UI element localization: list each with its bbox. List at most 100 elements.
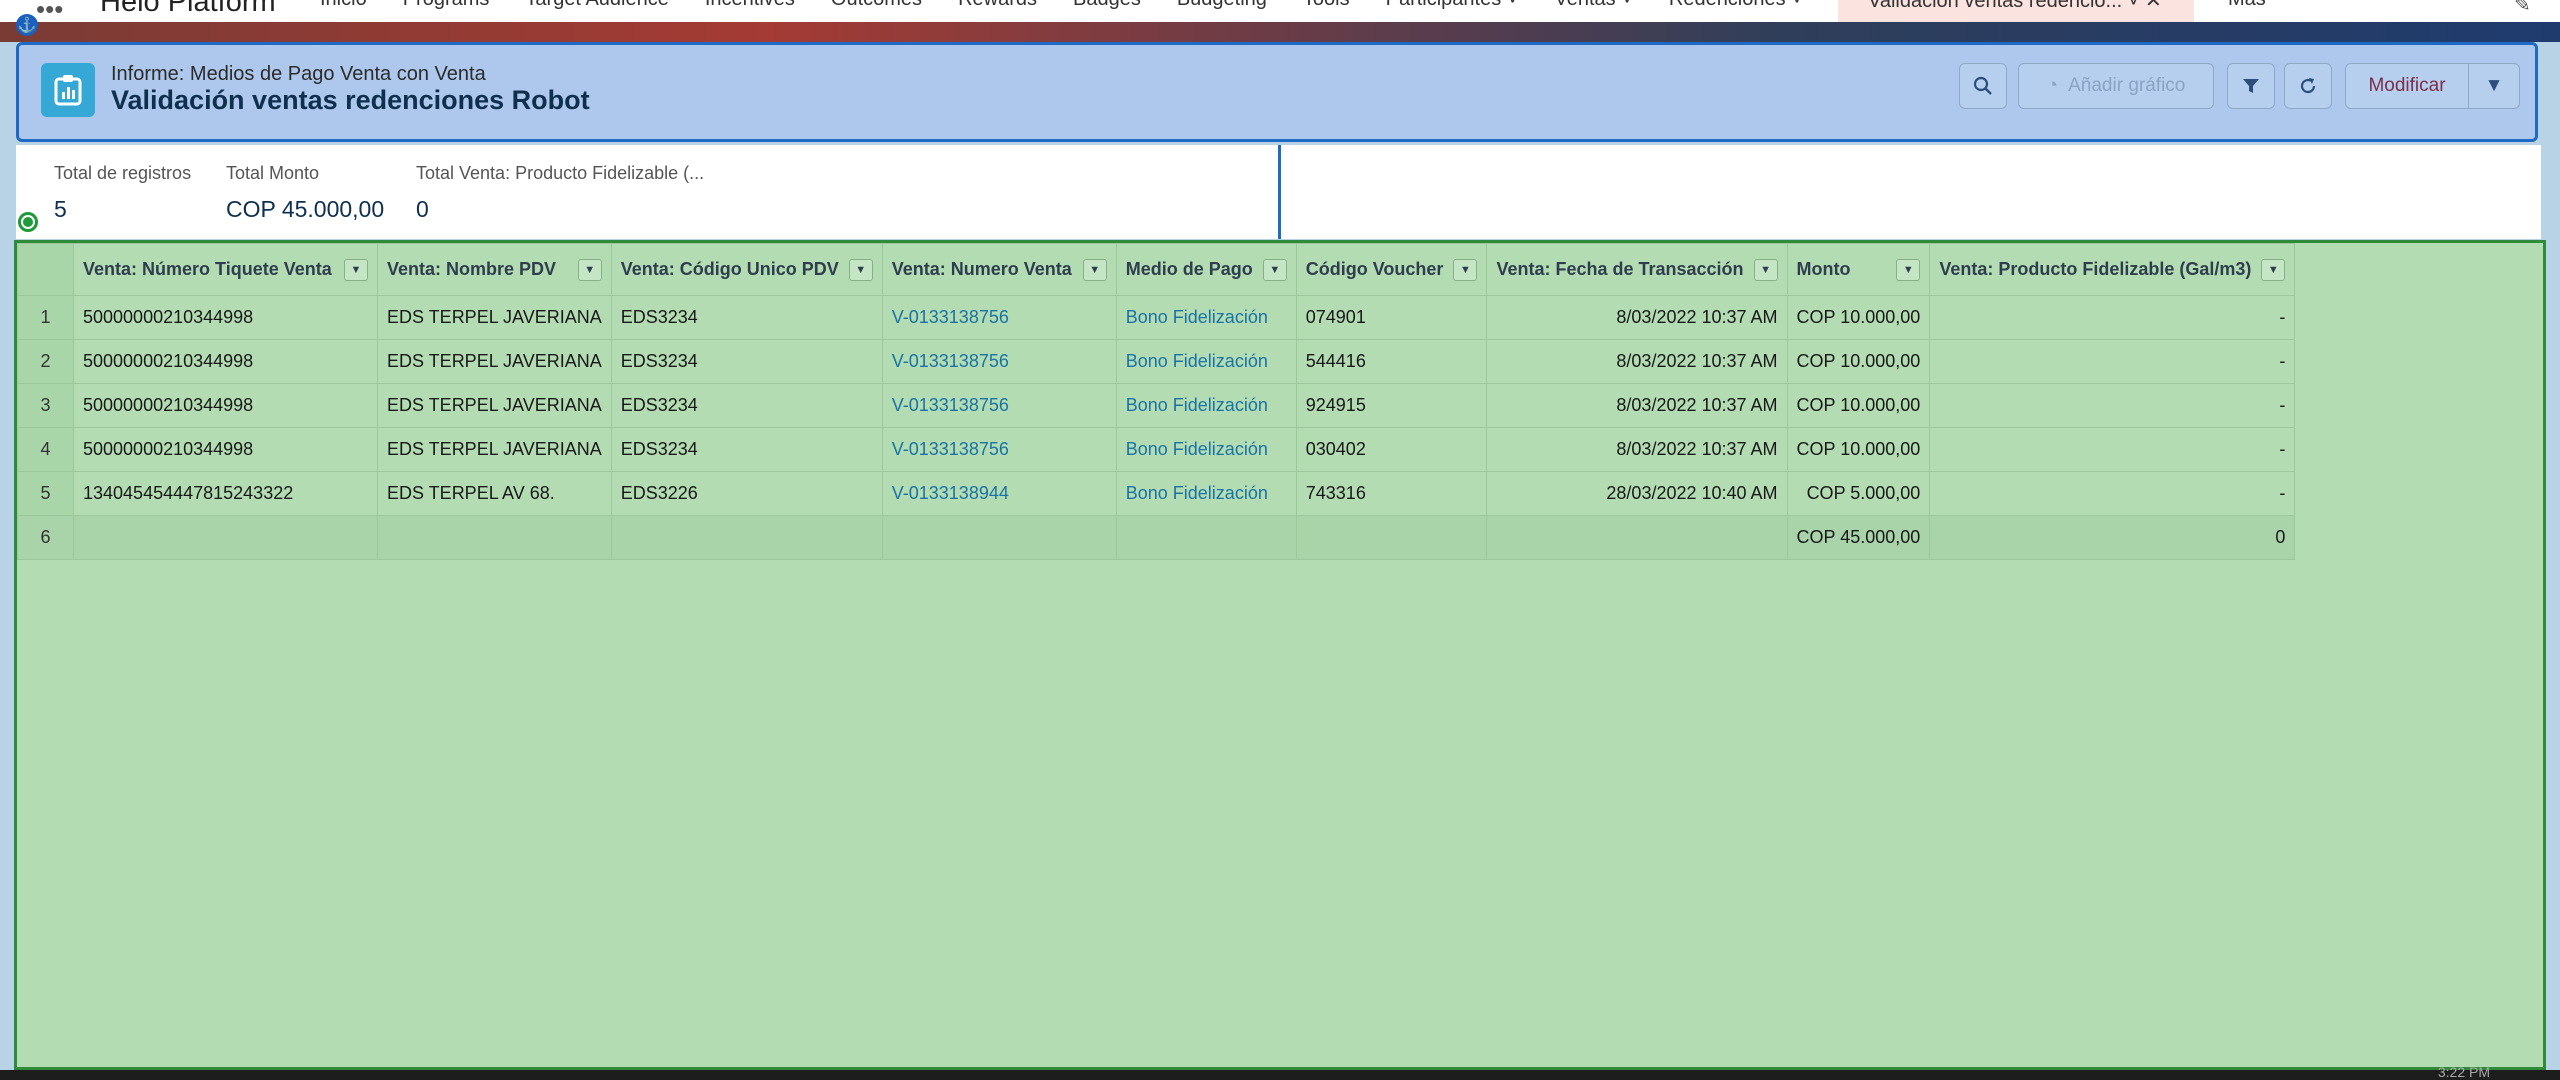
metric-label: Total Venta: Producto Fidelizable (... <box>416 163 705 183</box>
table-row: 5 13404545444781524332​2 EDS TERPEL AV 6… <box>17 471 2296 516</box>
row-number: 4 <box>17 427 74 472</box>
report-table-area: Venta: Número Tiquete Venta ▼ Venta: Nomb… <box>14 240 2546 1070</box>
tab-validacion-ventas[interactable]: Validación ventas redencio... ˅ ✕ <box>1838 0 2194 22</box>
column-menu-icon[interactable]: ▼ <box>2261 258 2286 281</box>
nav-item-programs[interactable]: Programs <box>403 0 490 11</box>
table-header-row: Venta: Número Tiquete Venta ▼ Venta: Nomb… <box>17 243 2296 296</box>
column-menu-icon[interactable]: ▼ <box>1453 258 1478 281</box>
column-header[interactable]: Venta: Fecha de Transacción ▼ <box>1486 243 1788 296</box>
column-header-label: Venta: Fecha de Transacción <box>1496 259 1744 279</box>
column-menu-icon[interactable]: ▼ <box>1753 258 1778 281</box>
empty-cell <box>1115 515 1297 560</box>
panel-divider[interactable] <box>1278 145 1281 239</box>
product-cell: - <box>1929 471 2296 516</box>
pdv-code-cell: EDS3226 <box>610 471 883 516</box>
table-row: 1 50000000210344998 EDS TERPEL JAVERIANA… <box>17 295 2296 340</box>
total-amount-cell: COP 45.000,00 <box>1786 515 1931 560</box>
chevron-down-icon: ▼ <box>2484 75 2504 96</box>
column-header-label: Venta: Número Tiquete Venta <box>83 259 332 279</box>
metric-value: 5 <box>54 196 67 222</box>
nav-item-tools[interactable]: Tools <box>1303 0 1350 11</box>
column-header-label: Medio de Pago <box>1125 259 1253 279</box>
column-header[interactable]: Venta: Código Unico PDV ▼ <box>610 243 883 296</box>
clock: 3:22 PM <box>2437 1064 2490 1080</box>
search-button[interactable] <box>1959 63 2007 109</box>
filter-icon <box>2243 79 2259 93</box>
empty-cell <box>881 515 1117 560</box>
payment-method-link[interactable]: Bono Fidelización <box>1115 471 1297 516</box>
product-cell: - <box>1929 339 2296 384</box>
payment-method-link[interactable]: Bono Fidelización <box>1115 383 1297 428</box>
column-header[interactable]: Venta: Numero Venta ▼ <box>881 243 1117 296</box>
filter-button[interactable] <box>2227 63 2275 109</box>
nav-item-participantes[interactable]: Participantes ˅ <box>1386 0 1519 11</box>
page-title: Validación ventas redenciones Robot <box>111 85 590 115</box>
payment-method-link[interactable]: Bono Fidelización <box>1115 339 1297 384</box>
amount-cell: COP 10.000,00 <box>1786 339 1931 384</box>
column-menu-icon[interactable]: ▼ <box>577 258 602 281</box>
nav-item-rewards[interactable]: Rewards <box>958 0 1037 11</box>
payment-method-link[interactable]: Bono Fidelización <box>1115 427 1297 472</box>
voucher-cell: 030402 <box>1295 427 1488 472</box>
nav-more[interactable]: Más <box>2228 0 2266 11</box>
column-header[interactable]: Venta: Número Tiquete Venta ▼ <box>73 243 378 296</box>
column-header[interactable]: Monto ▼ <box>1786 243 1931 296</box>
nav-item-budgeting[interactable]: Budgeting <box>1177 0 1267 11</box>
nav-item-target-audience[interactable]: Target Audience <box>525 0 668 11</box>
sale-number-link[interactable]: V-0133138756 <box>881 383 1117 428</box>
add-chart-button[interactable]: ◔ Añadir gráfico <box>2018 63 2214 109</box>
nav-item-badges[interactable]: Badges <box>1073 0 1141 11</box>
table-row: 4 50000000210344998 EDS TERPEL JAVERIANA… <box>17 427 2296 472</box>
nav-item-inicio[interactable]: Inicio <box>320 0 367 11</box>
pdv-name-cell: EDS TERPEL JAVERIANA <box>377 339 612 384</box>
column-menu-icon[interactable]: ▼ <box>1082 258 1107 281</box>
column-header[interactable]: Código Voucher ▼ <box>1295 243 1488 296</box>
metric-total-monto: Total Monto COP 45.000,00 <box>226 163 384 223</box>
more-actions-button[interactable]: ▼ <box>2468 63 2520 109</box>
column-header[interactable]: Venta: Producto Fidelizable (Gal/m3) ▼ <box>1929 243 2296 296</box>
empty-cell <box>1295 515 1488 560</box>
background-image <box>0 22 2560 42</box>
sale-number-link[interactable]: V-0133138756 <box>881 295 1117 340</box>
refresh-button[interactable] <box>2284 63 2332 109</box>
column-menu-icon[interactable]: ▼ <box>848 258 873 281</box>
report-icon <box>41 63 95 117</box>
add-chart-label: Añadir gráfico <box>2068 75 2186 96</box>
sale-number-link[interactable]: V-0133138944 <box>881 471 1117 516</box>
nav-item-incentives[interactable]: Incentives <box>705 0 795 11</box>
row-number: 3 <box>17 383 74 428</box>
sale-number-link[interactable]: V-0133138756 <box>881 339 1117 384</box>
product-cell: - <box>1929 383 2296 428</box>
nav-item-ventas[interactable]: Ventas ˅ <box>1554 0 1632 11</box>
anchor-icon: ⚓ <box>16 14 38 36</box>
voucher-cell: 924915 <box>1295 383 1488 428</box>
column-menu-icon[interactable]: ▼ <box>1896 258 1921 281</box>
column-menu-icon[interactable]: ▼ <box>1262 258 1287 281</box>
column-header[interactable]: Venta: Nombre PDV ▼ <box>377 243 612 296</box>
row-number: 2 <box>17 339 74 384</box>
total-product-cell: 0 <box>1929 515 2296 560</box>
date-cell: 8/03/2022 10:37 AM <box>1486 339 1788 384</box>
sale-number-link[interactable]: V-0133138756 <box>881 427 1117 472</box>
edit-nav-icon[interactable]: ✎ <box>2514 0 2531 17</box>
edit-button[interactable]: Modificar <box>2345 63 2469 109</box>
voucher-cell: 743316 <box>1295 471 1488 516</box>
metric-total-records: Total de registros 5 <box>54 163 191 223</box>
metric-label: Total Monto <box>226 163 320 183</box>
empty-cell <box>610 515 883 560</box>
refresh-icon <box>2300 78 2316 94</box>
column-header-label: Monto <box>1796 259 1851 279</box>
row-number-header <box>17 243 74 296</box>
column-menu-icon[interactable]: ▼ <box>344 258 368 281</box>
nav-item-redenciones[interactable]: Redenciones ˅ <box>1669 0 1803 11</box>
amount-cell: COP 5.000,00 <box>1786 471 1931 516</box>
nav-item-outcomes[interactable]: Outcomes <box>831 0 922 11</box>
target-icon <box>16 210 40 234</box>
column-header[interactable]: Medio de Pago ▼ <box>1115 243 1297 296</box>
payment-method-link[interactable]: Bono Fidelización <box>1115 295 1297 340</box>
metric-label: Total de registros <box>54 163 192 183</box>
voucher-cell: 074901 <box>1295 295 1488 340</box>
column-header-label: Venta: Numero Venta <box>891 259 1072 279</box>
column-header-label: Código Voucher <box>1305 259 1444 279</box>
metric-value: 0 <box>416 196 429 222</box>
